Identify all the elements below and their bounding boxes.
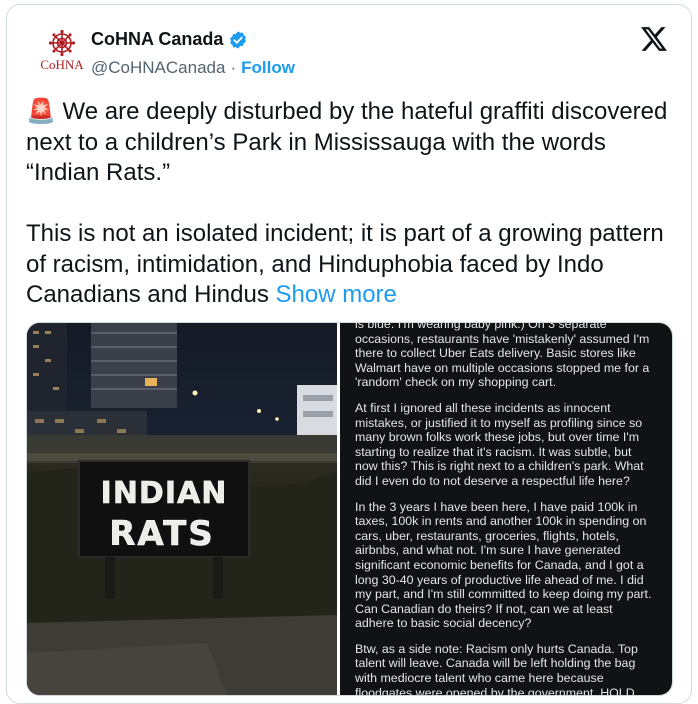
siren-emoji-icon: 🚨 [26, 98, 56, 125]
tweet-card: CoHNA CoHNA Canada @CoHNACanada · Follow… [6, 4, 692, 704]
screenshot-text: is blue. I'm wearing baby pink.) On 3 se… [355, 323, 653, 695]
show-more-link[interactable]: Show more [276, 281, 397, 308]
screenshot-paragraph: At first I ignored all these incidents a… [355, 400, 644, 488]
lotus-emblem-icon [48, 29, 76, 57]
display-name[interactable]: CoHNA Canada [91, 29, 223, 50]
x-logo-icon[interactable] [641, 27, 667, 51]
screenshot-paragraph: is blue. I'm wearing baby pink.) On 3 se… [355, 323, 650, 390]
avatar-wordmark: CoHNA [40, 57, 84, 72]
follow-button[interactable]: Follow [241, 58, 295, 78]
screenshot-paragraph: In the 3 years I have been here, I have … [355, 499, 652, 631]
tweet-text: 🚨 We are deeply disturbed by the hateful… [26, 97, 681, 311]
graffiti-word-1: INDIAN [101, 476, 228, 511]
tweet-body: We are deeply disturbed by the hateful g… [26, 98, 668, 308]
author-block: CoHNA Canada @CoHNACanada · Follow [91, 29, 295, 78]
graffiti-word-2: RATS [109, 514, 215, 554]
separator-dot: · [230, 58, 237, 77]
handle-row: @CoHNACanada · Follow [91, 58, 295, 78]
media-grid: INDIAN RATS is blue. I'm wearing baby pi… [26, 322, 673, 696]
handle[interactable]: @CoHNACanada [91, 58, 225, 78]
text-screenshot-panel[interactable]: is blue. I'm wearing baby pink.) On 3 se… [340, 323, 672, 695]
avatar[interactable]: CoHNA [37, 29, 87, 79]
screenshot-paragraph: Btw, as a side note: Racism only hurts C… [355, 641, 638, 695]
graffiti-photo[interactable]: INDIAN RATS [27, 323, 337, 695]
verified-badge-icon [230, 30, 247, 49]
name-row: CoHNA Canada [91, 29, 295, 50]
